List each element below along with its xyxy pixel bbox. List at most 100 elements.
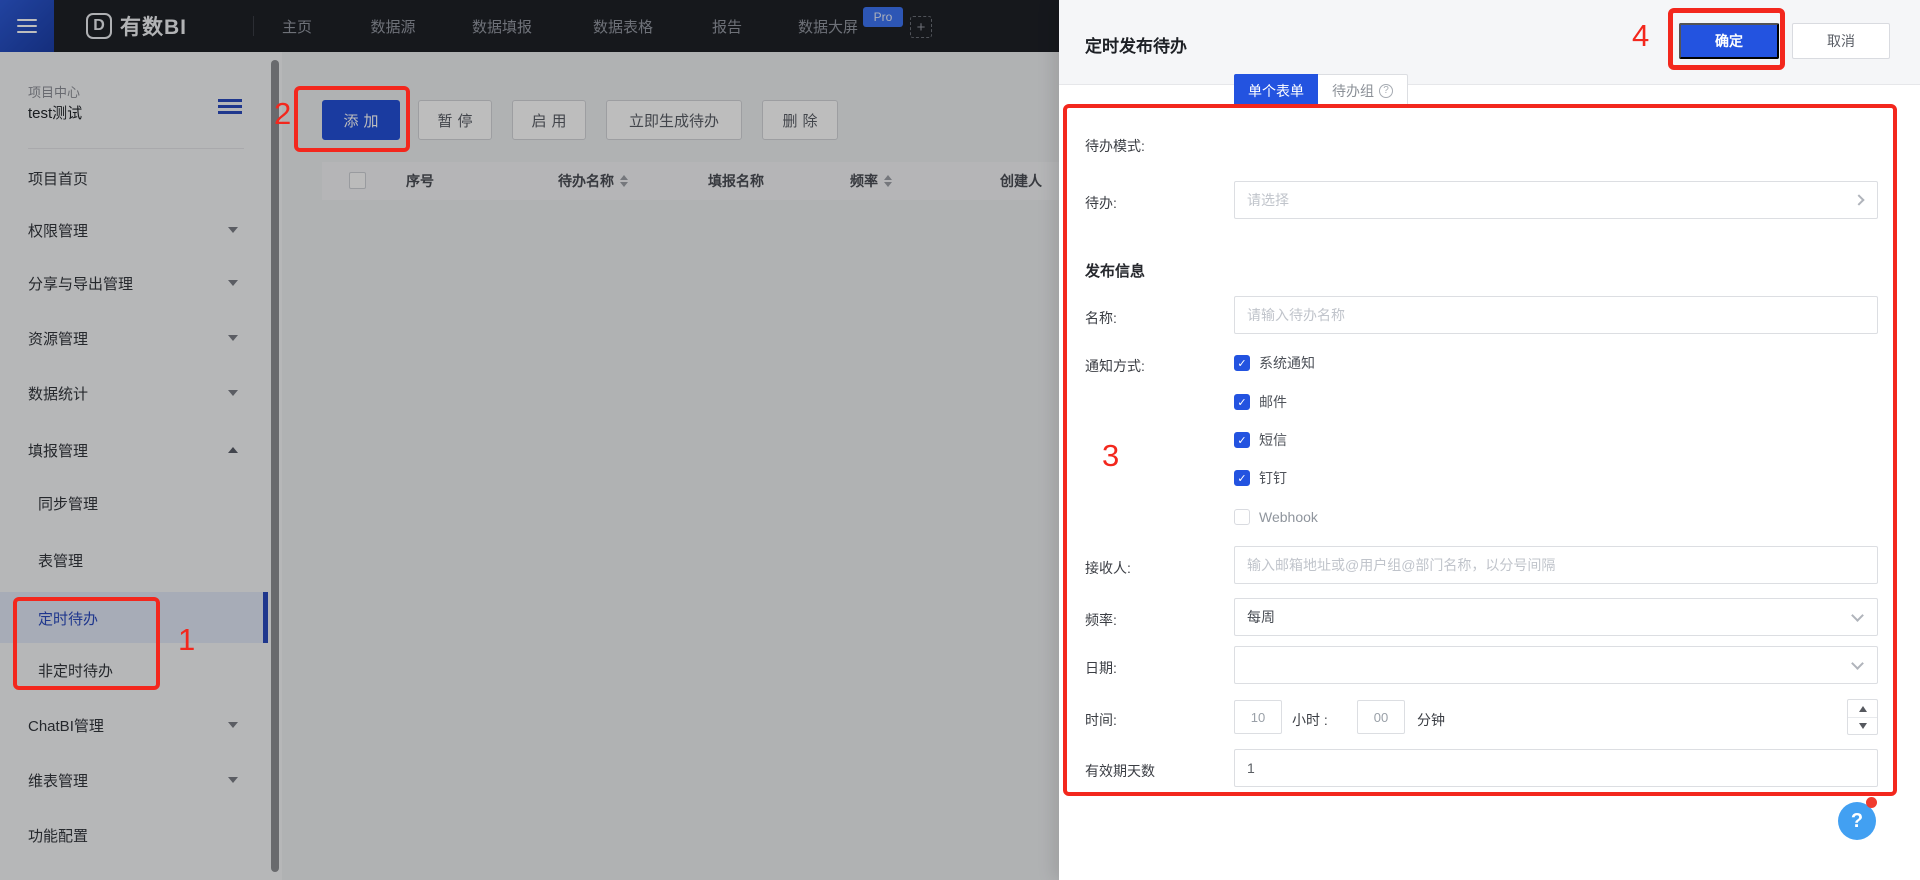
confirm-button[interactable]: 确定 <box>1679 23 1779 59</box>
frequency-label: 频率: <box>1085 612 1117 628</box>
chevron-down-icon <box>228 335 238 341</box>
checkbox-icon[interactable]: ✓ <box>1234 355 1250 371</box>
sidebar-collapse-icon[interactable] <box>218 96 242 117</box>
checkbox-icon[interactable]: ✓ <box>1234 394 1250 410</box>
select-all-checkbox[interactable] <box>349 172 366 189</box>
project-center-label: 项目中心 <box>28 85 81 100</box>
chevron-down-icon <box>228 390 238 396</box>
notify-option-webhook[interactable]: Webhook <box>1234 507 1318 527</box>
generate-now-button[interactable]: 立即生成待办 <box>606 100 742 140</box>
notify-option-dingtalk[interactable]: ✓ 钉钉 <box>1234 468 1287 488</box>
delete-button[interactable]: 删除 <box>762 100 838 140</box>
sidebar-item-table-mgmt[interactable]: 表管理 <box>0 540 268 580</box>
sidebar-item-feature-config[interactable]: 功能配置 <box>0 815 268 855</box>
nav-item-datatable[interactable]: 数据表格 <box>593 0 653 52</box>
receiver-input[interactable] <box>1234 546 1878 584</box>
notify-option-email[interactable]: ✓ 邮件 <box>1234 392 1287 412</box>
logo-icon: D <box>86 13 112 39</box>
sidebar-scrollbar[interactable] <box>271 60 279 872</box>
checkbox-icon[interactable]: ✓ <box>1234 470 1250 486</box>
notify-label: 通知方式: <box>1085 358 1145 374</box>
chevron-down-icon <box>228 280 238 286</box>
todo-name-input[interactable] <box>1234 296 1878 334</box>
sort-icon[interactable] <box>620 175 628 187</box>
sidebar: 项目中心 test测试 项目首页 权限管理 分享与导出管理 资源管理 数据统计 … <box>0 52 282 880</box>
drawer-header: 定时发布待办 确定 取消 <box>1059 0 1920 85</box>
receiver-label: 接收人: <box>1085 560 1131 576</box>
hour-input[interactable] <box>1234 700 1282 734</box>
enable-button[interactable]: 启用 <box>512 100 586 140</box>
question-circle-icon: ? <box>1379 83 1393 98</box>
nav-item-report[interactable]: 报告 <box>712 0 742 52</box>
checkbox-icon[interactable]: ✓ <box>1234 432 1250 448</box>
column-creator: 创建人 <box>1000 173 1042 189</box>
nav-divider <box>253 16 254 36</box>
stepper-down-button[interactable] <box>1848 717 1877 734</box>
scheduled-publish-drawer: 定时发布待办 确定 取消 待办模式: 单个表单 待办组 ? 待办: 发布信息 名… <box>1059 0 1920 880</box>
hamburger-icon <box>17 15 37 37</box>
hour-unit-label: 小时 : <box>1292 712 1328 728</box>
notify-option-sms[interactable]: ✓ 短信 <box>1234 430 1287 450</box>
mode-label: 待办模式: <box>1085 138 1145 154</box>
todo-label: 待办: <box>1085 195 1117 211</box>
column-serial: 序号 <box>406 173 434 189</box>
column-frequency[interactable]: 频率 <box>850 171 892 191</box>
drawer-title: 定时发布待办 <box>1085 37 1187 56</box>
sidebar-item-permission[interactable]: 权限管理 <box>0 210 268 250</box>
sidebar-item-sync-mgmt[interactable]: 同步管理 <box>0 483 268 523</box>
cancel-button[interactable]: 取消 <box>1792 23 1890 59</box>
number-stepper <box>1847 699 1878 735</box>
sidebar-item-fill-mgmt[interactable]: 填报管理 <box>0 430 268 470</box>
validity-label: 有效期天数 <box>1085 763 1155 779</box>
todo-selector-input[interactable] <box>1234 181 1878 219</box>
app-screen: D 有数BI 主页 数据源 数据填报 数据表格 报告 数据大屏 Pro + 项目… <box>0 0 1920 880</box>
column-fill-name: 填报名称 <box>708 173 764 189</box>
nav-item-datasource[interactable]: 数据源 <box>370 0 415 52</box>
chevron-up-icon <box>228 447 238 453</box>
sidebar-item-chatbi[interactable]: ChatBI管理 <box>0 705 268 745</box>
sidebar-item-unscheduled-todo[interactable]: 非定时待办 <box>0 650 268 690</box>
arrow-down-icon <box>1858 723 1867 729</box>
pro-badge: Pro <box>863 7 903 27</box>
validity-input[interactable] <box>1234 749 1878 787</box>
main-content: 添加 暂停 启用 立即生成待办 删除 序号 待办名称 填报名称 频率 创建人 <box>282 52 1082 880</box>
app-logo: D 有数BI <box>86 0 187 52</box>
time-label: 时间: <box>1085 712 1117 728</box>
sidebar-item-share-export[interactable]: 分享与导出管理 <box>0 263 268 303</box>
add-tab-icon[interactable]: + <box>910 16 932 38</box>
sidebar-divider <box>28 148 244 149</box>
project-name: test测试 <box>28 105 83 122</box>
sidebar-item-scheduled-todo[interactable]: 定时待办 <box>0 598 268 638</box>
sidebar-item-dim-table[interactable]: 维表管理 <box>0 760 268 800</box>
sidebar-item-project-home[interactable]: 项目首页 <box>0 158 268 198</box>
logo-text: 有数BI <box>120 16 187 39</box>
sidebar-item-statistics[interactable]: 数据统计 <box>0 373 268 413</box>
publish-info-section-title: 发布信息 <box>1085 263 1146 280</box>
nav-item-bigscreen[interactable]: 数据大屏 <box>798 0 858 52</box>
column-todo-name[interactable]: 待办名称 <box>558 171 628 191</box>
mode-single-form-button[interactable]: 单个表单 <box>1234 74 1318 107</box>
nav-item-datafill[interactable]: 数据填报 <box>472 0 532 52</box>
checkbox-icon[interactable] <box>1234 509 1250 525</box>
sort-icon[interactable] <box>884 175 892 187</box>
notification-dot <box>1866 797 1877 808</box>
minute-input[interactable] <box>1357 700 1405 734</box>
mode-todo-group-button[interactable]: 待办组 ? <box>1318 74 1408 107</box>
name-label: 名称: <box>1085 310 1117 326</box>
add-button[interactable]: 添加 <box>322 100 400 140</box>
global-menu-button[interactable] <box>0 0 54 52</box>
date-select[interactable] <box>1234 646 1878 684</box>
table-header: 序号 待办名称 填报名称 频率 创建人 <box>322 162 1082 200</box>
stepper-up-button[interactable] <box>1848 700 1877 717</box>
chevron-down-icon <box>228 722 238 728</box>
pause-button[interactable]: 暂停 <box>418 100 492 140</box>
arrow-up-icon <box>1858 705 1867 712</box>
mode-toggle: 单个表单 待办组 ? <box>1234 74 1408 107</box>
frequency-select[interactable]: 每周 <box>1234 598 1878 636</box>
sidebar-item-resource[interactable]: 资源管理 <box>0 318 268 358</box>
minute-unit-label: 分钟 <box>1417 712 1445 728</box>
chevron-down-icon <box>228 777 238 783</box>
chevron-down-icon <box>228 227 238 233</box>
nav-item-home[interactable]: 主页 <box>282 0 312 52</box>
notify-option-system[interactable]: ✓ 系统通知 <box>1234 353 1315 373</box>
